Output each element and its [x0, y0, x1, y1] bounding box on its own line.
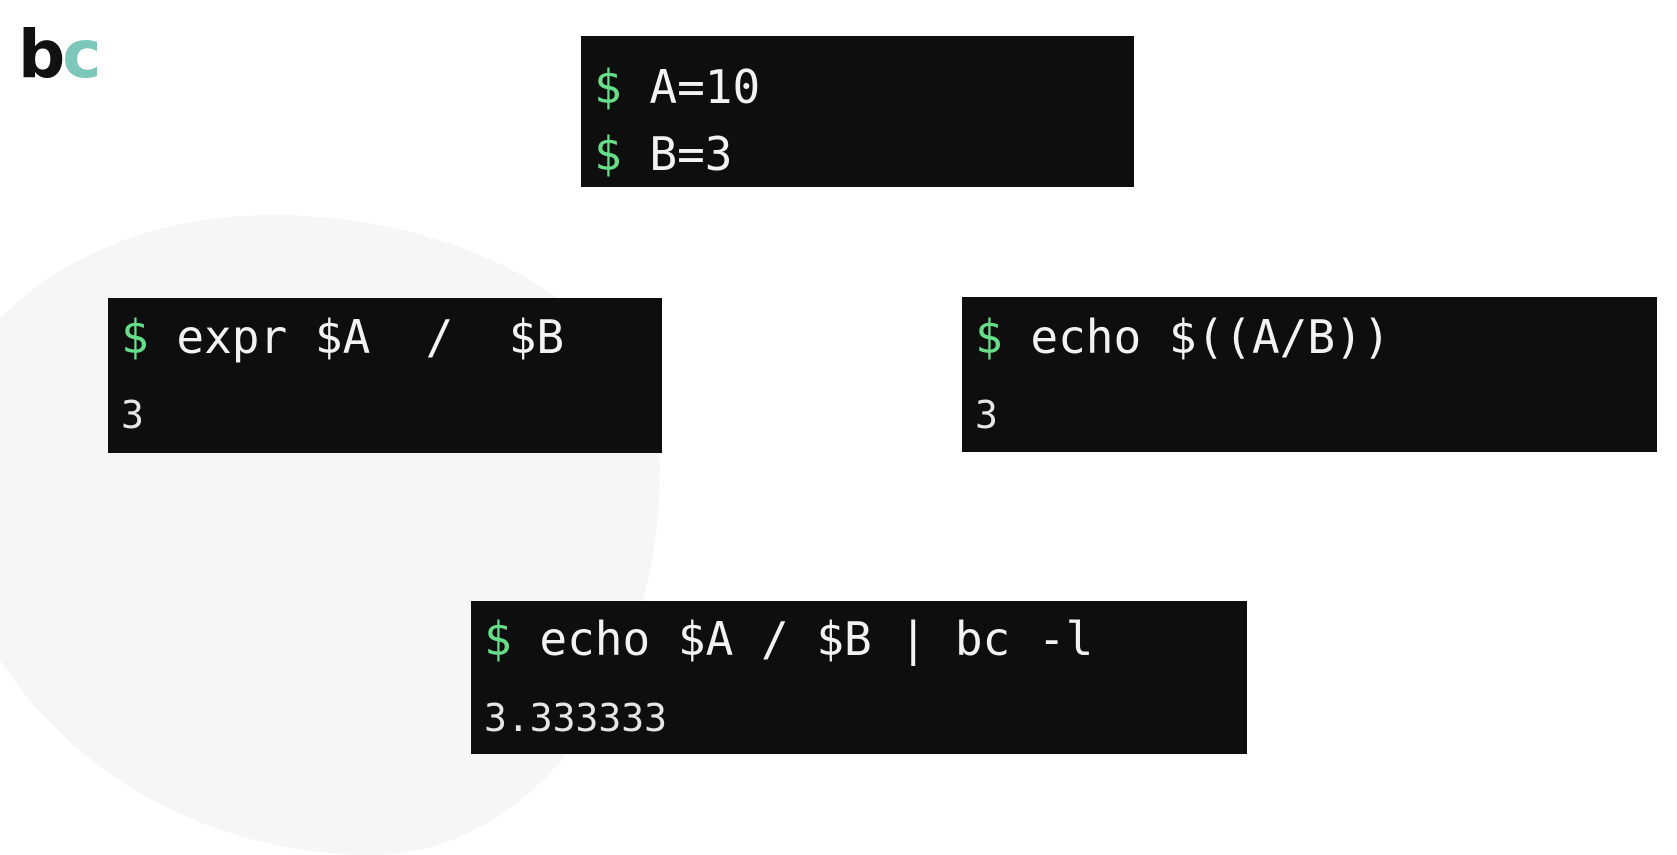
- command-line: $ echo $((A/B)): [975, 314, 1390, 360]
- terminal-bc: $ echo $A / $B | bc -l 3.333333: [471, 601, 1247, 754]
- prompt-symbol: $: [975, 310, 1003, 364]
- prompt-symbol: $: [594, 60, 622, 114]
- terminal-expr: $ expr $A / $B 3: [108, 298, 662, 453]
- prompt-symbol: $: [594, 127, 622, 181]
- command-text: B=3: [621, 127, 733, 181]
- command-text: echo $A / $B | bc -l: [511, 612, 1094, 666]
- command-line-b: $ B=3: [594, 131, 732, 177]
- prompt-symbol: $: [484, 612, 512, 666]
- logo-letter-b: b: [18, 16, 65, 93]
- output-line: 3: [121, 393, 144, 437]
- terminal-variables: $ A=10 $ B=3: [581, 36, 1134, 187]
- command-text: A=10: [621, 60, 761, 114]
- command-text: expr $A / $B: [148, 310, 565, 364]
- terminal-arithmetic-expansion: $ echo $((A/B)) 3: [962, 297, 1657, 452]
- command-line: $ expr $A / $B: [121, 314, 564, 360]
- bc-logo: bc: [18, 22, 101, 88]
- prompt-symbol: $: [121, 310, 149, 364]
- output-line: 3.333333: [484, 696, 668, 740]
- output-line: 3: [975, 393, 998, 437]
- command-line-a: $ A=10: [594, 64, 760, 110]
- command-line: $ echo $A / $B | bc -l: [484, 616, 1093, 662]
- command-text: echo $((A/B)): [1002, 310, 1391, 364]
- logo-letter-c: c: [62, 16, 101, 93]
